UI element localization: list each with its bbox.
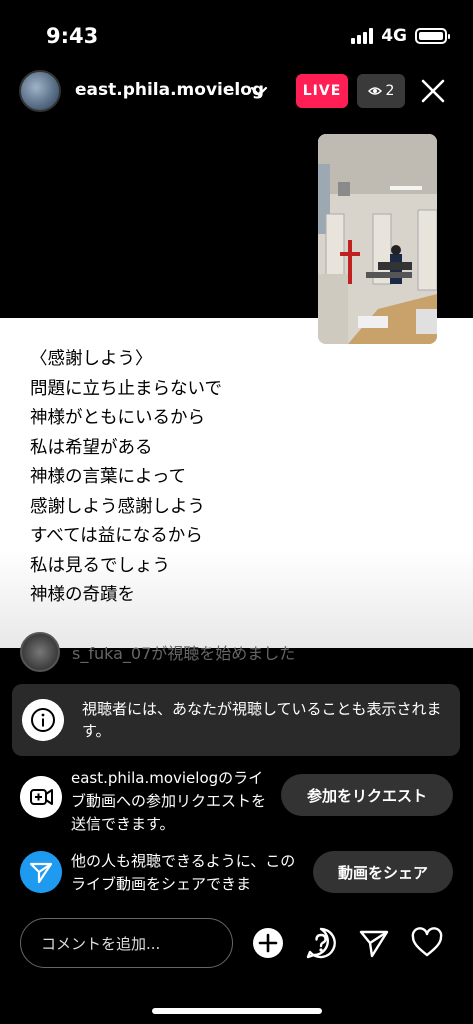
close-icon[interactable] (418, 76, 448, 106)
request-join-button[interactable]: 参加をリクエスト (281, 774, 453, 816)
video-add-icon (20, 776, 62, 818)
lyric-line: 神様の言葉によって (30, 467, 187, 487)
guest-video-scene (318, 134, 437, 344)
viewer-count-badge[interactable]: 2 (357, 74, 405, 108)
signal-icon (351, 28, 374, 44)
lyric-line: 神様がともにいるから (30, 408, 205, 428)
info-text: 視聴者には、あなたが視聴していることも表示されます。 (82, 700, 442, 740)
guest-video-thumbnail[interactable] (318, 134, 437, 344)
info-card: 視聴者には、あなたが視聴していることも表示されます。 (12, 684, 460, 756)
question-icon[interactable] (304, 926, 338, 960)
network-type: 4G (381, 26, 407, 46)
avatar[interactable] (20, 632, 60, 672)
join-request-text: east.phila.movielogのライブ動画への参加リクエストを送信できま… (71, 769, 267, 833)
plus-icon[interactable] (251, 926, 285, 960)
comment-text: s_fuka_07が視聴を始めました (72, 644, 296, 663)
lyric-line: 私は希望がある (30, 437, 153, 458)
host-username[interactable]: east.phila.movielog (75, 80, 264, 100)
paper-plane-icon[interactable] (357, 926, 391, 960)
lyric-line: 〈感謝しよう〉 (30, 349, 153, 369)
host-avatar[interactable] (19, 70, 61, 112)
info-icon (22, 699, 64, 741)
chevron-down-icon[interactable] (248, 80, 270, 102)
home-indicator[interactable] (152, 1008, 322, 1014)
live-badge: LIVE (296, 74, 348, 108)
lyrics-text: 〈感謝しよう〉 問題に立ち止まらないで 神様がともにいるから 私は希望がある 神… (30, 345, 222, 611)
lyric-line: 神様の奇蹟を (30, 585, 135, 605)
viewer-count: 2 (385, 83, 395, 99)
lyric-line: 私は見るでしょう (30, 555, 170, 576)
lyric-line: 感謝しよう感謝しよう (30, 496, 205, 517)
share-text: 他の人も視聴できるように、このライブ動画をシェアできま (71, 852, 296, 893)
heart-icon[interactable] (410, 926, 444, 960)
share-video-button[interactable]: 動画をシェア (313, 851, 453, 893)
status-time: 9:43 (46, 24, 99, 48)
battery-icon (415, 28, 450, 44)
lyric-line: すべては益になるから (30, 526, 203, 546)
send-icon (20, 851, 62, 893)
lyric-line: 問題に立ち止まらないで (30, 378, 222, 399)
status-icons: 4G (351, 26, 450, 46)
comment-input[interactable]: コメントを追加... (20, 918, 233, 968)
eye-icon (367, 87, 382, 95)
comment-row: s_fuka_07が視聴を始めました (20, 632, 295, 672)
